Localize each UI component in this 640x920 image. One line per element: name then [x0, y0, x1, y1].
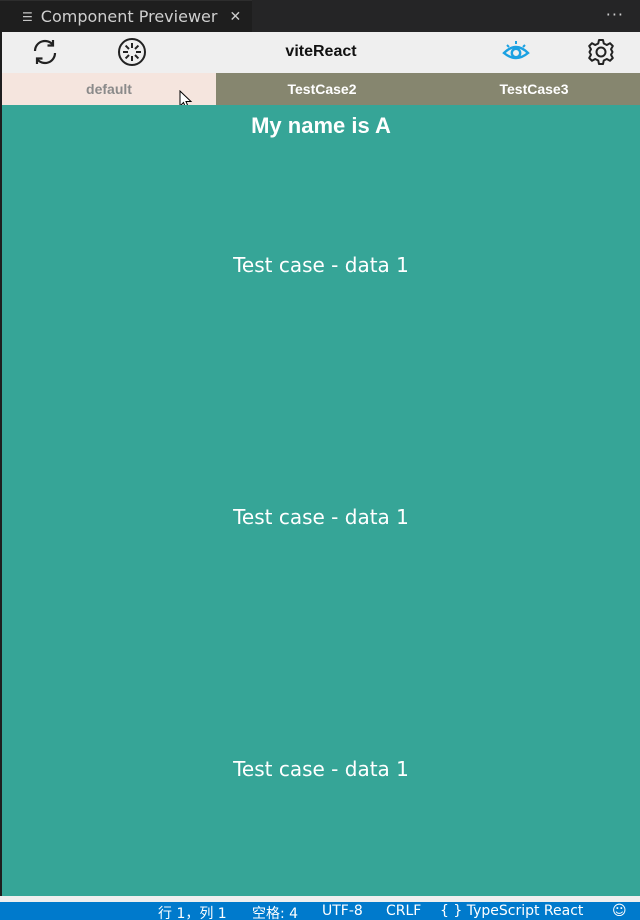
eye-icon[interactable]	[500, 36, 532, 68]
test-case-line: Test case - data 1	[233, 757, 409, 781]
settings-gear-icon[interactable]	[585, 36, 617, 68]
tab-testcase2[interactable]: TestCase2	[216, 73, 428, 105]
more-ellipsis-icon[interactable]: ···	[606, 5, 624, 24]
document-lines-icon: ☰	[22, 9, 33, 24]
previewer-toolbar: viteReact	[0, 32, 640, 73]
language-mode-status[interactable]: { } TypeScript React	[440, 903, 583, 919]
preview-heading: My name is A	[251, 113, 391, 138]
editor-titlebar: ☰ Component Previewer ✕ ···	[0, 0, 640, 32]
indentation-status[interactable]: 空格: 4	[252, 903, 298, 920]
cursor-position[interactable]: 行 1，列 1	[158, 903, 227, 920]
test-case-line: Test case - data 1	[233, 505, 409, 529]
feedback-icon[interactable]: ☺	[612, 903, 627, 919]
project-title: viteReact	[285, 43, 357, 60]
tab-title: Component Previewer	[40, 7, 218, 26]
editor-tab[interactable]: ☰ Component Previewer ✕	[0, 0, 252, 32]
test-case-line: Test case - data 1	[233, 253, 409, 277]
close-icon[interactable]: ✕	[229, 9, 241, 25]
line-ending-status[interactable]: CRLF	[386, 903, 421, 919]
status-bar: 行 1，列 1 空格: 4 UTF-8 CRLF { } TypeScript …	[0, 902, 640, 920]
test-case-tabs: default TestCase2 TestCase3	[2, 73, 640, 105]
encoding-status[interactable]: UTF-8	[322, 903, 363, 919]
component-preview-area: My name is A Test case - data 1 Test cas…	[2, 105, 640, 896]
tab-testcase3[interactable]: TestCase3	[428, 73, 640, 105]
